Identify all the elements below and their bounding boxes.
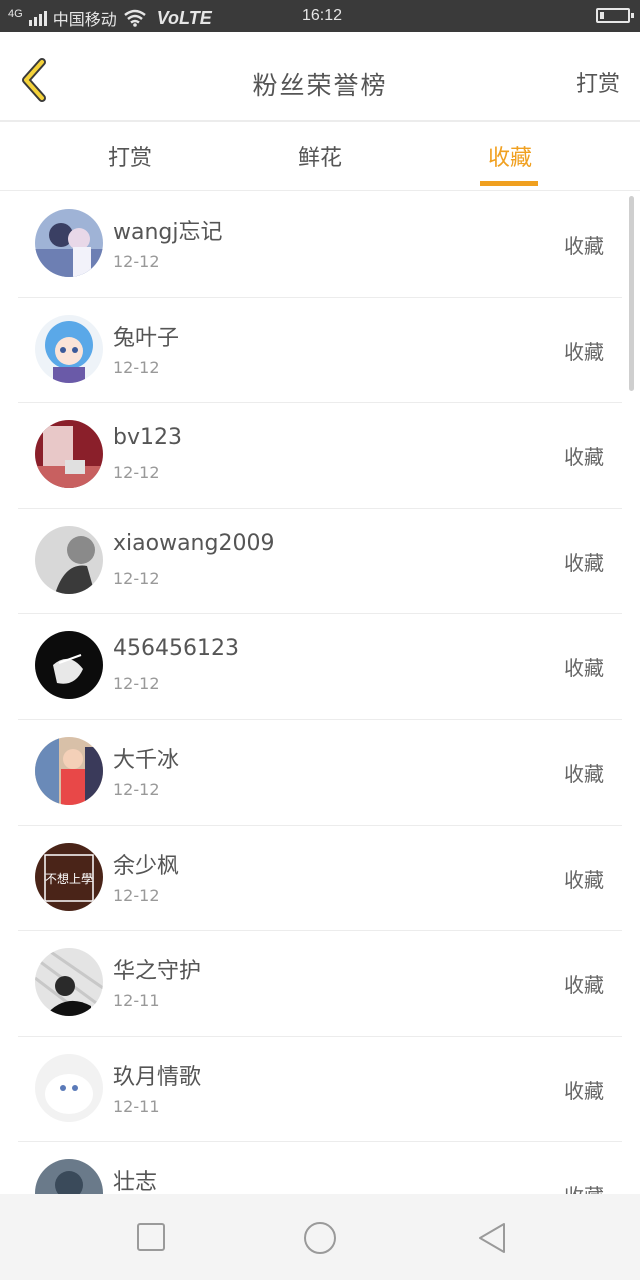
list-item[interactable]: 玖月情歌 12-11 收藏 [18,1037,622,1143]
tab-flowers[interactable]: 鲜花 [260,140,380,188]
home-button[interactable] [302,1220,338,1256]
tab-label: 收藏 [487,146,532,171]
avatar [35,420,103,489]
date: 12-12 [113,463,160,483]
carrier-name: 中国移动 [52,12,117,29]
date: 12-12 [113,885,160,905]
avatar [35,736,103,805]
user-name: xiaowang2009 [113,530,275,556]
page-title: 粉丝荣誉榜 [252,71,388,100]
user-name: 华之守护 [113,959,202,985]
date: 12-11 [113,991,160,1011]
scrollbar[interactable] [629,196,634,391]
list-item[interactable]: 不想上學 余少枫 12-12 收藏 [18,826,622,932]
avatar [35,948,103,1017]
signal-icon [28,10,47,26]
avatar [35,1053,103,1122]
square-icon [137,1223,165,1251]
back-nav-button[interactable] [474,1220,510,1256]
list-item[interactable]: 华之守护 12-11 收藏 [18,931,622,1037]
record-type: 收藏 [564,550,604,575]
active-tab-indicator [480,181,538,186]
avatar [35,525,103,594]
record-type: 收藏 [564,761,604,786]
list-item[interactable]: 壮志 收藏 [18,1142,622,1194]
avatar-overlay-text: 不想上學 [45,871,93,886]
record-type: 收藏 [564,339,604,364]
wifi-icon [123,9,146,27]
date: 12-12 [113,357,160,377]
avatar [35,631,103,700]
date: 12-12 [113,252,160,271]
record-type: 收藏 [564,1180,604,1194]
record-type: 收藏 [564,234,604,258]
avatar [35,209,103,277]
list-item[interactable]: 兔叶子 12-12 收藏 [18,298,622,404]
fan-list[interactable]: wangj忘记 12-12 收藏 兔叶子 12-12 收藏 bv123 12-1… [0,192,640,1194]
user-name: bv123 [113,425,182,451]
record-type: 收藏 [564,1078,604,1103]
user-name: 兔叶子 [113,325,180,351]
list-item[interactable]: xiaowang2009 12-12 收藏 [18,509,622,615]
header: 粉丝荣誉榜 打赏 [0,32,640,122]
triangle-back-icon [479,1223,505,1253]
date: 12-11 [113,1096,160,1116]
circle-icon [304,1222,336,1254]
tab-reward[interactable]: 打赏 [70,140,190,188]
date: 12-12 [113,568,160,588]
list-item[interactable]: 456456123 12-12 收藏 [18,614,622,720]
avatar [35,1159,103,1194]
user-name: 玖月情歌 [113,1064,202,1090]
date: 12-12 [113,779,160,799]
volte-label: VoLTE [156,7,212,28]
list-item[interactable]: bv123 12-12 收藏 [18,403,622,509]
tab-label: 鲜花 [297,146,342,171]
user-name: 壮志 [113,1170,158,1194]
user-name: 余少枫 [113,853,180,879]
list-item[interactable]: 大千冰 12-12 收藏 [18,720,622,826]
tab-label: 打赏 [107,146,152,171]
record-type: 收藏 [564,973,604,998]
avatar [35,314,103,383]
reward-button[interactable]: 打赏 [576,66,620,98]
user-name: wangj忘记 [113,220,223,245]
record-type: 收藏 [564,445,604,470]
status-left: 4G 中国移动 VoLTE [8,6,212,30]
list-item[interactable]: wangj忘记 12-12 收藏 [18,192,622,298]
date: 12-12 [113,674,160,694]
tab-bar: 打赏 鲜花 收藏 [0,122,640,191]
record-type: 收藏 [564,656,604,681]
status-bar: 4G 中国移动 VoLTE 16:12 [0,0,640,32]
network-type: 4G [8,8,23,20]
recent-apps-button[interactable] [134,1220,170,1256]
system-nav-bar [0,1194,640,1280]
avatar: 不想上學 [35,842,103,911]
record-type: 收藏 [564,867,604,892]
tab-favorites[interactable]: 收藏 [450,140,570,188]
battery-icon [596,8,634,23]
user-name: 456456123 [113,636,239,662]
user-name: 大千冰 [113,747,180,773]
clock: 16:12 [302,7,343,24]
